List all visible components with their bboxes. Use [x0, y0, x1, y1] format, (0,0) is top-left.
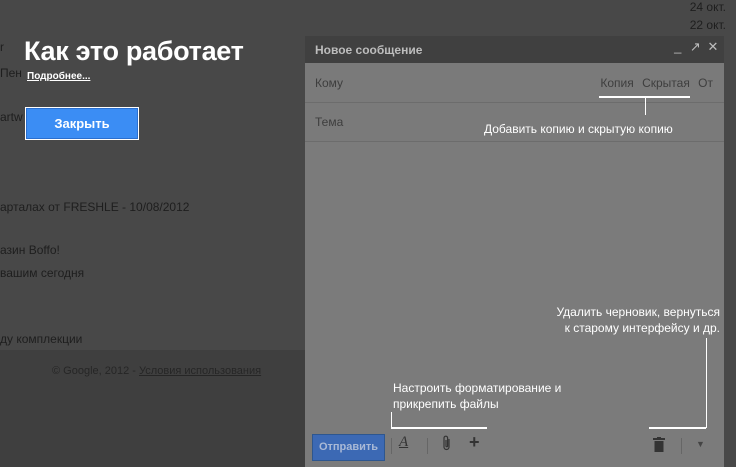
- compose-title: Новое сообщение: [315, 43, 423, 57]
- bg-fragment: r: [0, 40, 4, 54]
- bg-fragment: вашим сегодня: [0, 266, 85, 280]
- cc-link[interactable]: Копия: [600, 76, 633, 90]
- bg-fragment: artw: [0, 110, 23, 124]
- divider: [681, 438, 682, 454]
- bg-fragment: Пен: [0, 66, 22, 80]
- format-hint: Настроить форматирование и прикрепить фа…: [393, 380, 561, 412]
- cc-hint: Добавить копию и скрытую копию: [484, 122, 673, 136]
- tour-title: Как это работает: [24, 36, 244, 66]
- compose-header: Новое сообщение _ ↗ ✕: [305, 36, 724, 63]
- format-callout-line: [391, 412, 392, 428]
- popout-icon[interactable]: ↗: [688, 39, 702, 55]
- plus-icon[interactable]: +: [469, 432, 480, 453]
- window-controls: _ ↗ ✕: [671, 39, 720, 55]
- bg-fragment: ду комплекции: [0, 332, 83, 346]
- divider: [391, 438, 392, 454]
- learn-more-link[interactable]: Подробнее...: [27, 71, 90, 82]
- compose-toolbar: Отправить A + ▼: [305, 425, 724, 467]
- minimize-icon[interactable]: _: [671, 39, 685, 54]
- discard-hint-line: к старому интерфейсу и др.: [564, 321, 720, 335]
- terms-link[interactable]: Условия использования: [139, 365, 261, 377]
- cc-links: Копия Скрытая От: [595, 76, 713, 90]
- from-link[interactable]: От: [698, 76, 713, 90]
- format-hint-line: Настроить форматирование и: [393, 381, 562, 395]
- trash-icon[interactable]: [653, 437, 665, 456]
- format-text-icon[interactable]: A: [399, 434, 408, 451]
- cc-callout-line: [645, 97, 646, 115]
- date-label: 22 окт.: [689, 18, 726, 32]
- dropdown-arrow-icon[interactable]: ▼: [696, 439, 705, 449]
- footer-text: © Google, 2012 - Условия использования: [52, 365, 261, 377]
- paperclip-icon[interactable]: [442, 435, 452, 455]
- discard-callout-line: [706, 338, 707, 428]
- format-callout-line: [391, 427, 487, 429]
- format-hint-line: прикрепить файлы: [393, 397, 499, 411]
- discard-hint: Удалить черновик, вернуться к старому ин…: [520, 304, 720, 336]
- subject-label: Тема: [315, 115, 344, 129]
- send-button[interactable]: Отправить: [312, 434, 385, 461]
- date-label: 24 окт.: [689, 0, 726, 14]
- bcc-link[interactable]: Скрытая: [642, 76, 690, 90]
- copyright: © Google, 2012 -: [52, 365, 136, 377]
- bg-fragment: арталах от FRESHLE - 10/08/2012: [0, 200, 190, 214]
- bg-fragment: азин Boffo!: [0, 243, 60, 257]
- close-icon[interactable]: ✕: [706, 39, 720, 55]
- to-label: Кому: [315, 76, 344, 90]
- discard-callout-line: [649, 427, 706, 429]
- close-button[interactable]: Закрыть: [25, 107, 139, 140]
- discard-hint-line: Удалить черновик, вернуться: [556, 305, 720, 319]
- divider: [427, 438, 428, 454]
